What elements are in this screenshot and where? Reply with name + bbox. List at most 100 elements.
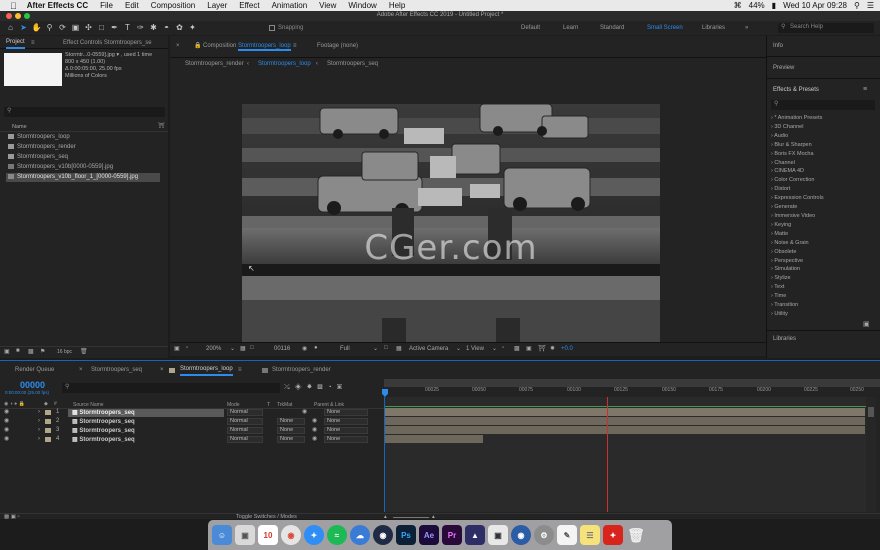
effect-category[interactable]: › Audio <box>771 132 877 141</box>
mode-dropdown[interactable]: Normal <box>227 409 263 416</box>
effect-category[interactable]: › Utility <box>771 310 877 319</box>
expand-arrow-icon[interactable]: › <box>38 408 40 417</box>
workspace-default[interactable]: Default <box>521 21 540 35</box>
visibility-eye-icon[interactable]: ◉ <box>4 435 9 444</box>
help-search-box[interactable]: ⚲ Search Help <box>778 23 874 33</box>
project-search-input[interactable]: ⚲ <box>4 107 165 117</box>
delete-icon[interactable]: 🗑 <box>80 348 88 355</box>
fast-previews-icon[interactable]: ▩ <box>514 345 520 352</box>
lock-icon[interactable]: 🔒 <box>194 40 201 52</box>
scrollbar-thumb[interactable] <box>868 407 874 417</box>
expand-arrow-icon[interactable]: › <box>38 417 40 426</box>
parent-dropdown[interactable]: None <box>324 409 368 416</box>
roto-brush-tool-icon[interactable]: ✿ <box>173 22 186 34</box>
photoshop-icon[interactable]: Ps <box>396 525 416 545</box>
layer-bar[interactable] <box>385 435 483 443</box>
trkmat-dropdown[interactable]: None <box>277 436 305 443</box>
tab-effect-controls[interactable]: Effect Controls Stormtroopers_se <box>63 37 152 49</box>
comp-mini-flowchart-icon[interactable]: ⤯ <box>284 384 295 391</box>
timeline-layer[interactable]: ◉ › 1 ▩ Stormtroopers_seq Normal ◉ None <box>0 408 384 417</box>
close-tab-icon[interactable]: × <box>160 364 164 376</box>
project-item[interactable]: Stormtroopers_loop <box>8 133 166 142</box>
new-bin-icon[interactable]: ▣ <box>863 320 870 328</box>
effect-category[interactable]: › Noise & Grain <box>771 239 877 248</box>
project-menu-icon[interactable]: ≡ <box>31 37 35 49</box>
media-encoder-icon[interactable]: ▣ <box>488 525 508 545</box>
tab-timeline-seq[interactable]: Stormtroopers_seq <box>91 364 142 376</box>
spotify-icon[interactable]: ≈ <box>327 525 347 545</box>
close-tab-icon[interactable]: × <box>176 40 180 52</box>
apple-icon[interactable]:  <box>0 1 21 11</box>
layer-name[interactable]: ▩ Stormtroopers_seq <box>68 409 224 417</box>
snapshot-icon[interactable]: ◉ <box>302 345 307 352</box>
layer-search-input[interactable]: ⚲ <box>62 383 280 393</box>
effect-category[interactable]: › Matte <box>771 230 877 239</box>
effect-category[interactable]: › Perspective <box>771 257 877 266</box>
effect-category[interactable]: › Obsolete <box>771 248 877 257</box>
timeline-menu-icon[interactable]: ≡ <box>238 364 242 376</box>
region-of-interest-icon[interactable]: □ <box>384 345 388 351</box>
zoom-slider[interactable] <box>393 517 429 518</box>
battery-icon[interactable]: ▮ <box>772 1 776 10</box>
pickwhip-icon[interactable]: ◉ <box>312 435 317 444</box>
parent-dropdown[interactable]: None <box>324 427 368 434</box>
preview-panel-title[interactable]: Preview <box>773 65 794 71</box>
effect-category[interactable]: › CINEMA 4D <box>771 167 877 176</box>
finder-icon[interactable]: ☺ <box>212 525 232 545</box>
expand-arrow-icon[interactable]: › <box>38 426 40 435</box>
timeline-scrollbar[interactable] <box>866 397 876 512</box>
tab-project[interactable]: Project <box>6 37 25 49</box>
menu-file[interactable]: File <box>94 1 119 10</box>
label-color-icon[interactable] <box>45 410 51 415</box>
effect-category[interactable]: › Color Correction <box>771 176 877 185</box>
type-tool-icon[interactable]: T <box>121 22 134 34</box>
chevron-down-icon[interactable]: ⌄ <box>456 345 461 352</box>
chevron-down-icon[interactable]: ⌄ <box>230 345 235 352</box>
mask-visibility-icon[interactable]: □ <box>250 345 254 351</box>
brush-tool-icon[interactable]: ✑ <box>134 22 147 34</box>
menu-composition[interactable]: Composition <box>145 1 201 10</box>
pickwhip-icon[interactable]: ◉ <box>312 426 317 435</box>
workspace-small-screen[interactable]: Small Screen <box>647 21 683 35</box>
effect-category[interactable]: › Expression Controls <box>771 194 877 203</box>
label-color-icon[interactable] <box>45 437 51 442</box>
project-item[interactable]: Stormtroopers_seq <box>8 153 166 162</box>
label-color-icon[interactable] <box>45 419 51 424</box>
blender-icon[interactable]: ◉ <box>511 525 531 545</box>
current-time[interactable]: 00000 <box>20 380 45 390</box>
mode-dropdown[interactable]: Normal <box>227 427 263 434</box>
reset-exposure-icon[interactable]: ✹ <box>550 345 555 352</box>
layer-bar[interactable] <box>385 417 865 425</box>
mocha-icon[interactable]: ▲ <box>465 525 485 545</box>
parent-dropdown[interactable]: None <box>324 436 368 443</box>
column-name-header[interactable]: Name <box>12 124 27 130</box>
project-item-selected[interactable]: Stormtroopers_v10b_floor_1_[0000-0559].j… <box>6 173 160 182</box>
eraser-tool-icon[interactable]: ◓ <box>160 22 173 34</box>
cloud-icon[interactable]: ☁ <box>350 525 370 545</box>
chrome-icon[interactable]: ◉ <box>281 525 301 545</box>
selection-tool-icon[interactable]: ➤ <box>17 22 30 34</box>
mode-dropdown[interactable]: Normal <box>227 418 263 425</box>
pan-behind-tool-icon[interactable]: ✣ <box>82 22 95 34</box>
frame-blending-icon[interactable]: ▩ <box>317 384 327 391</box>
current-time-display[interactable]: 00116 <box>274 346 290 352</box>
control-center-icon[interactable]: ☰ <box>867 1 874 10</box>
chevron-down-icon[interactable]: ⌄ <box>492 345 497 352</box>
3d-renderer-icon[interactable]: ▫ <box>186 345 188 351</box>
close-tab-icon[interactable]: × <box>79 364 83 376</box>
interpret-footage-icon[interactable]: ▣ <box>4 348 10 355</box>
expand-arrow-icon[interactable]: › <box>38 435 40 444</box>
timeline-layer[interactable]: ◉ › 4 ▩ Stormtroopers_seq Normal None ◉ … <box>0 435 384 444</box>
effect-category[interactable]: › 3D Channel <box>771 123 877 132</box>
notes-icon[interactable]: ☰ <box>580 525 600 545</box>
menu-layer[interactable]: Layer <box>201 1 233 10</box>
safari-icon[interactable]: ✦ <box>304 525 324 545</box>
av-features-icon[interactable]: ◉ ◑ ● 🔒 <box>4 401 25 407</box>
flowchart-icon[interactable]: ⛩ <box>158 123 165 129</box>
exposure-value[interactable]: +0.0 <box>561 346 573 352</box>
app-menu[interactable]: After Effects CC <box>21 1 94 10</box>
effects-menu-icon[interactable]: ≡ <box>863 86 867 93</box>
wifi-icon[interactable]: ⌘ <box>734 1 742 10</box>
channel-icon[interactable]: ● <box>314 345 318 351</box>
tab-composition[interactable]: Composition Stormtroopers_loop <box>203 40 291 52</box>
